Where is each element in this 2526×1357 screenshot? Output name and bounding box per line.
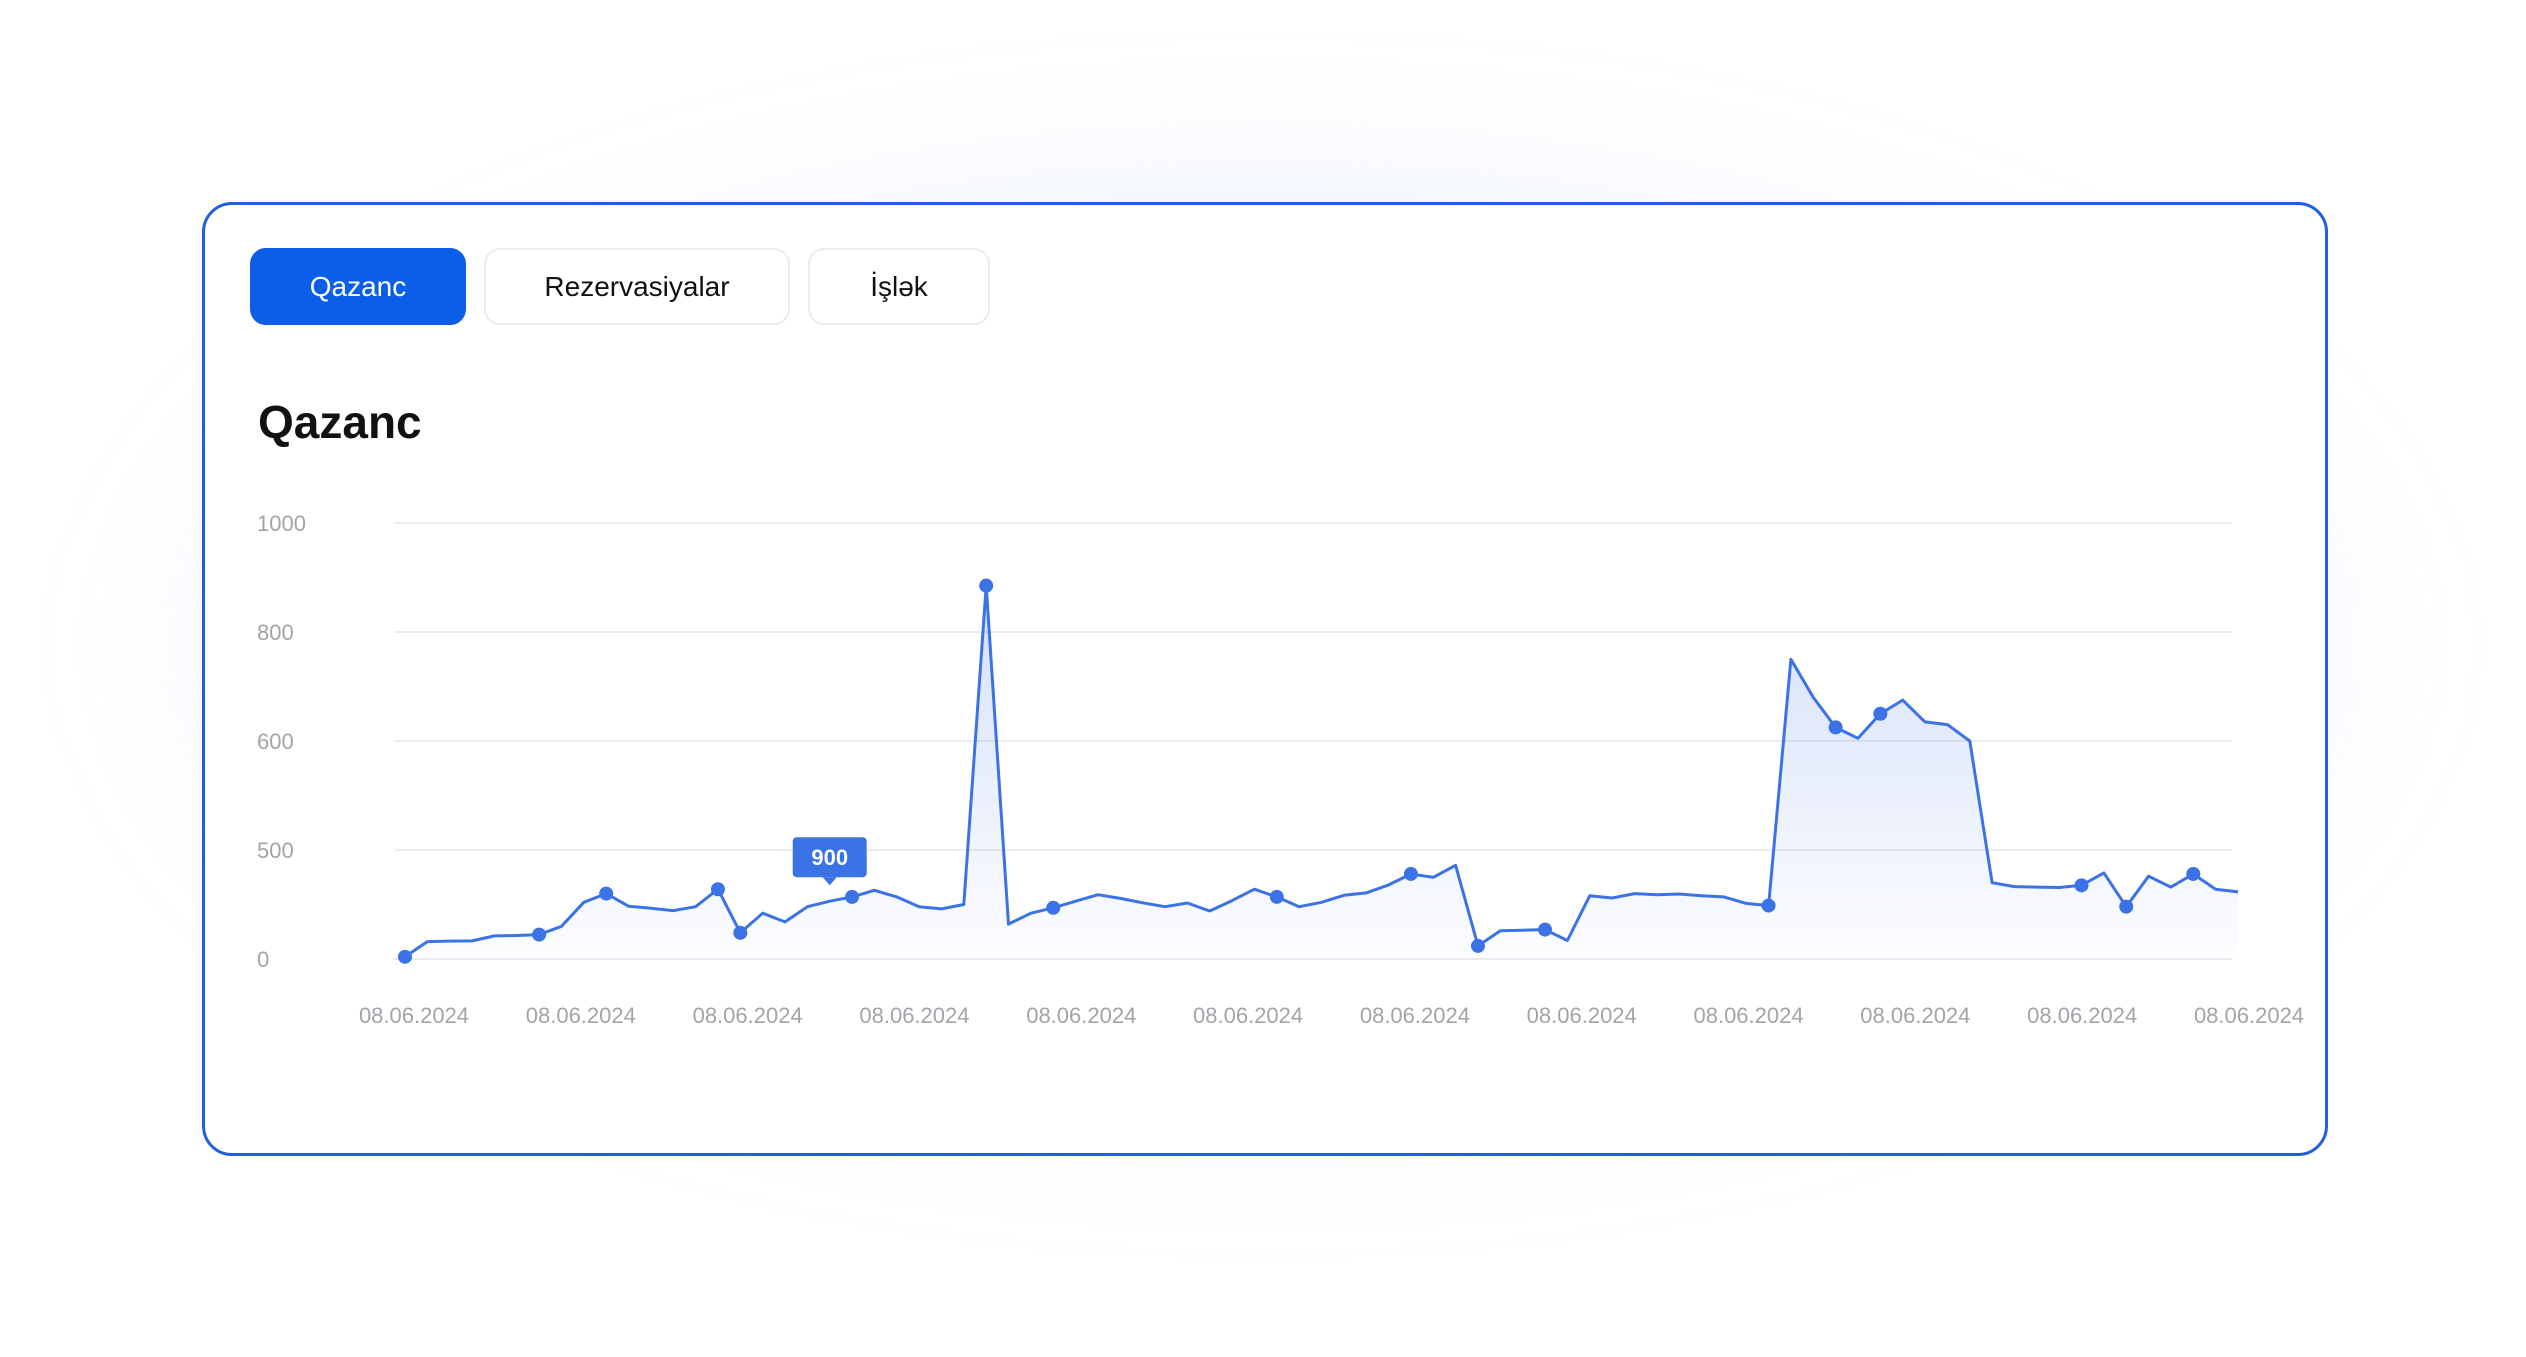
tooltip-value: 900 — [811, 845, 848, 870]
x-tick-label: 08.06.2024 — [1527, 1003, 1637, 1028]
data-point[interactable] — [1269, 889, 1284, 904]
x-tick-label: 08.06.2024 — [2027, 1003, 2137, 1028]
data-point[interactable] — [2119, 899, 2134, 914]
data-point[interactable] — [710, 882, 725, 897]
data-point[interactable] — [1873, 706, 1888, 721]
data-point[interactable] — [599, 886, 614, 901]
x-tick-label: 08.06.2024 — [2194, 1003, 2304, 1028]
y-tick-label: 600 — [257, 729, 294, 754]
data-point[interactable] — [1761, 898, 1776, 913]
data-point[interactable] — [1538, 922, 1553, 937]
data-point[interactable] — [2074, 878, 2089, 893]
x-tick-label: 08.06.2024 — [693, 1003, 803, 1028]
y-tick-label: 1000 — [257, 511, 306, 536]
data-point[interactable] — [1828, 720, 1843, 735]
y-tick-label: 800 — [257, 620, 294, 645]
x-tick-label: 08.06.2024 — [359, 1003, 469, 1028]
data-point[interactable] — [1046, 900, 1061, 915]
data-point[interactable] — [532, 927, 547, 942]
line-chart: 1000 800 600 500 0 08.06.2024 08.06.2024 08.06… — [257, 511, 2304, 1028]
tooltip-pointer — [822, 877, 837, 886]
data-point[interactable] — [1470, 938, 1485, 953]
x-tick-label: 08.06.2024 — [1026, 1003, 1136, 1028]
x-tick-label: 08.06.2024 — [1860, 1003, 1970, 1028]
data-point[interactable] — [979, 578, 994, 593]
x-tick-label: 08.06.2024 — [1360, 1003, 1470, 1028]
x-tick-label: 08.06.2024 — [1193, 1003, 1303, 1028]
data-point[interactable] — [398, 949, 412, 964]
data-point[interactable] — [2186, 866, 2201, 881]
x-tick-label: 08.06.2024 — [526, 1003, 636, 1028]
data-point[interactable] — [733, 925, 748, 940]
data-point[interactable] — [1403, 866, 1418, 881]
x-tick-label: 08.06.2024 — [859, 1003, 969, 1028]
x-tick-label: 08.06.2024 — [1693, 1003, 1803, 1028]
y-tick-label: 0 — [257, 947, 269, 972]
chart-card: Qazanc Rezervasiyalar İşlək Qazanc 1000 8… — [202, 202, 2328, 1156]
y-tick-label: 500 — [257, 838, 294, 863]
data-point[interactable] — [845, 889, 860, 904]
